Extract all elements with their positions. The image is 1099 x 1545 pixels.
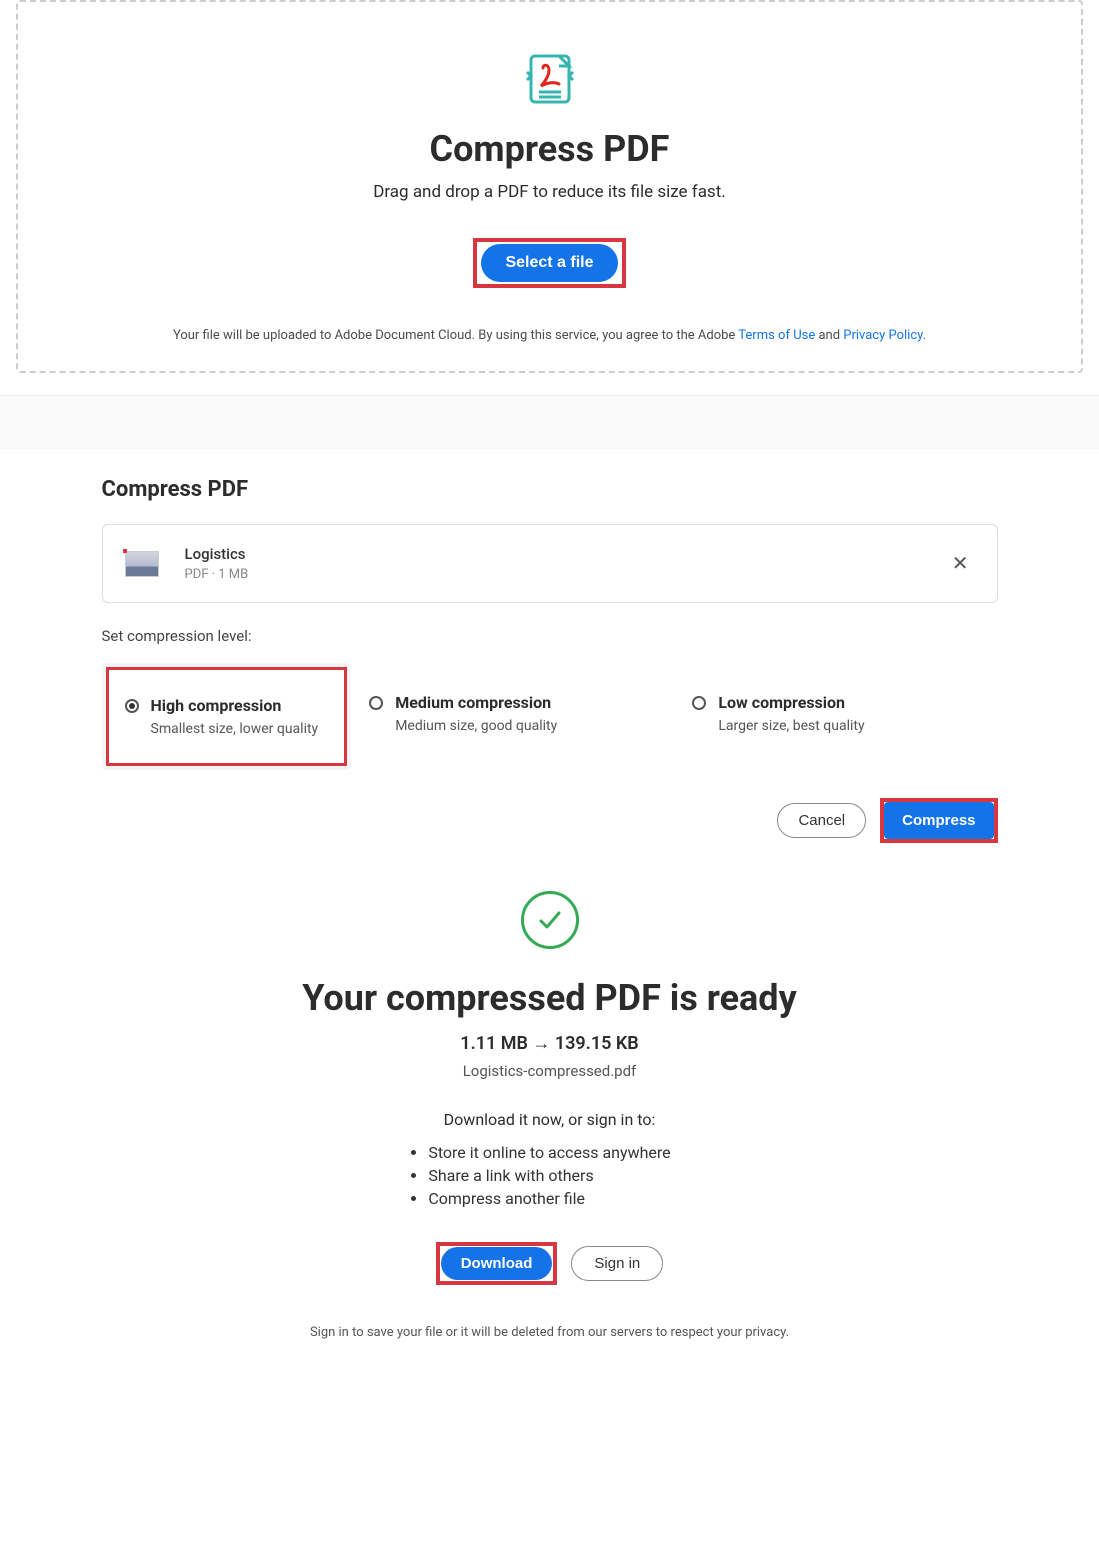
legal-text: Your file will be uploaded to Adobe Docu… [38,328,1061,343]
select-file-button[interactable]: Select a file [481,244,617,282]
signin-button[interactable]: Sign in [571,1246,663,1281]
list-item: Share a link with others [428,1166,670,1185]
download-button[interactable]: Download [441,1247,553,1280]
pdf-icon [38,50,1061,108]
option-sub: Medium size, good quality [395,718,557,734]
compression-panel: Compress PDF Logistics PDF · 1 MB ✕ Set … [90,477,1010,1380]
option-sub: Smallest size, lower quality [151,721,319,737]
radio-icon [369,696,383,710]
dropzone-subtitle: Drag and drop a PDF to reduce its file s… [38,182,1061,202]
success-check-icon [521,891,579,949]
compression-options: High compression Smallest size, lower qu… [102,663,998,770]
legal-mid: and [815,328,843,343]
file-card: Logistics PDF · 1 MB ✕ [102,524,998,603]
ready-heading: Your compressed PDF is ready [102,977,998,1019]
dropzone[interactable]: Compress PDF Drag and drop a PDF to redu… [16,0,1083,373]
panel-title: Compress PDF [102,477,998,502]
legal-prefix: Your file will be uploaded to Adobe Docu… [173,328,738,343]
ready-section: Your compressed PDF is ready 1.11 MB → 1… [102,891,998,1380]
compressed-filename: Logistics-compressed.pdf [102,1062,998,1080]
download-row: Download Sign in [102,1242,998,1285]
download-intro: Download it now, or sign in to: [102,1110,998,1129]
radio-icon [692,696,706,710]
compress-highlight: Compress [880,798,997,843]
list-item: Compress another file [428,1189,670,1208]
option-title: Medium compression [395,693,557,712]
option-sub: Larger size, best quality [718,718,864,734]
option-title: Low compression [718,693,864,712]
download-highlight: Download [436,1242,558,1285]
privacy-note: Sign in to save your file or it will be … [102,1325,998,1340]
list-item: Store it online to access anywhere [428,1143,670,1162]
action-row: Cancel Compress [102,798,998,843]
size-line: 1.11 MB → 139.15 KB [102,1033,998,1054]
option-high-wrap: High compression Smallest size, lower qu… [102,663,352,770]
close-icon: ✕ [952,553,969,575]
radio-selected-icon [125,699,139,713]
compress-button[interactable]: Compress [884,802,993,839]
file-thumbnail [125,551,159,577]
option-medium[interactable]: Medium compression Medium size, good qua… [351,663,674,770]
privacy-link[interactable]: Privacy Policy. [843,328,926,343]
dropzone-title: Compress PDF [38,128,1061,170]
option-high[interactable]: High compression Smallest size, lower qu… [106,667,348,766]
benefits-list: Store it online to access anywhere Share… [428,1139,670,1212]
cancel-button[interactable]: Cancel [777,803,866,838]
option-title: High compression [151,696,319,715]
terms-link[interactable]: Terms of Use [738,328,815,343]
remove-file-button[interactable]: ✕ [946,545,975,582]
file-info: Logistics PDF · 1 MB [125,545,249,582]
section-divider [0,395,1099,449]
option-low[interactable]: Low compression Larger size, best qualit… [674,663,997,770]
select-file-highlight: Select a file [473,238,625,288]
set-compression-label: Set compression level: [102,627,998,645]
file-meta: PDF · 1 MB [185,567,249,582]
file-name: Logistics [185,545,249,563]
